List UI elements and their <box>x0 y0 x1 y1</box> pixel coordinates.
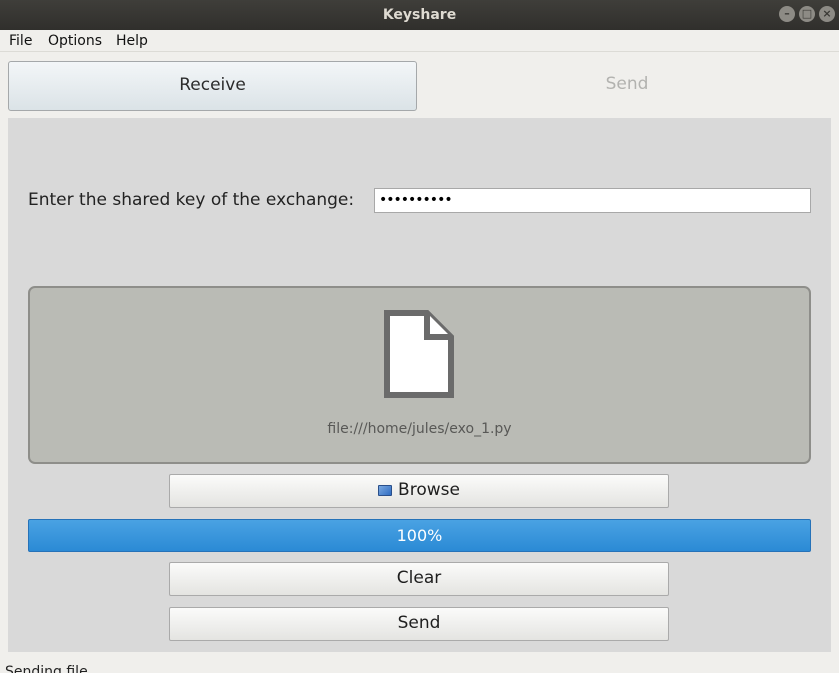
file-path: file:///home/jules/exo_1.py <box>327 421 512 437</box>
tab-send[interactable]: Send <box>420 61 834 111</box>
menu-help[interactable]: Help <box>116 32 148 50</box>
browse-button[interactable]: Browse <box>169 474 669 508</box>
progress-bar: 100% <box>28 519 811 552</box>
window-title: Keyshare <box>382 7 457 23</box>
file-drop-zone[interactable]: file:///home/jules/exo_1.py <box>28 286 811 464</box>
menu-file[interactable]: File <box>9 32 32 50</box>
close-button[interactable]: × <box>819 6 835 22</box>
status-bar-text: Sending file... <box>5 664 102 673</box>
menu-options[interactable]: Options <box>48 32 102 50</box>
window-controls: – □ × <box>779 6 835 22</box>
file-icon <box>384 310 454 398</box>
menu-bar: File Options Help <box>0 30 839 52</box>
tab-receive[interactable]: Receive <box>8 61 417 111</box>
shared-key-label: Enter the shared key of the exchange: <box>28 190 355 210</box>
clear-button[interactable]: Clear <box>169 562 669 596</box>
maximize-button[interactable]: □ <box>799 6 815 22</box>
browse-label: Browse <box>398 480 460 500</box>
shared-key-input[interactable]: •••••••••• <box>374 188 811 213</box>
title-bar: Keyshare – □ × <box>0 0 839 30</box>
folder-icon <box>378 485 393 496</box>
minimize-button[interactable]: – <box>779 6 795 22</box>
send-button[interactable]: Send <box>169 607 669 641</box>
